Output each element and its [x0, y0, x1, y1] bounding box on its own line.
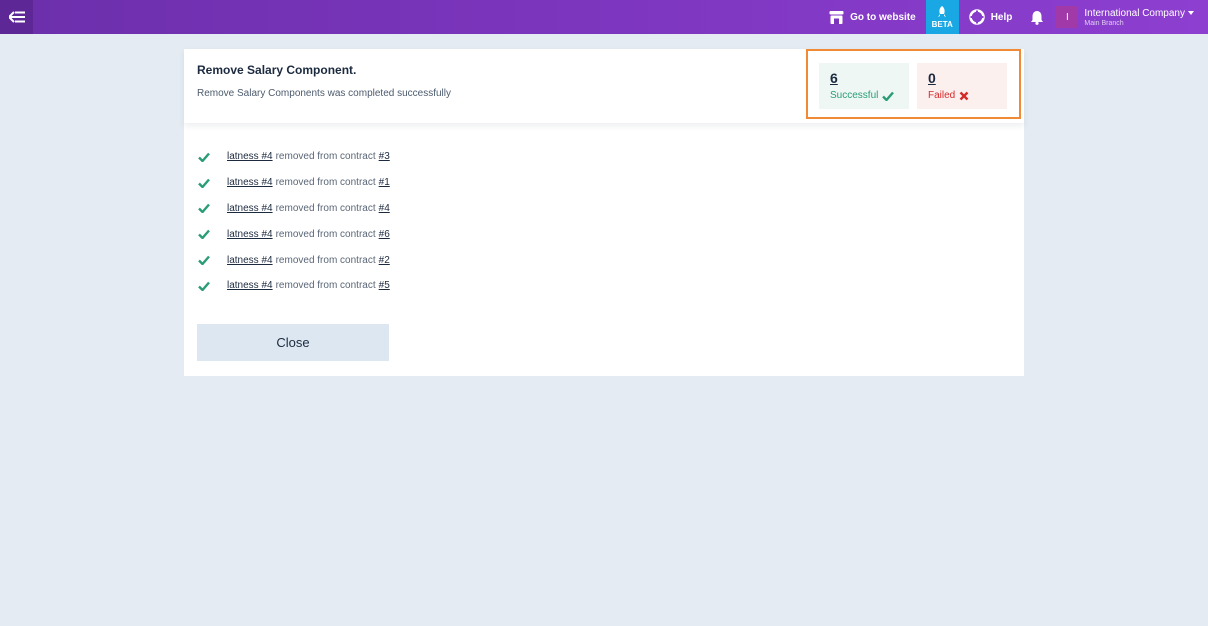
dialog-header: Remove Salary Component. Remove Salary C… [184, 49, 1024, 123]
results-list: latness #4 removed from contract #3 latn… [198, 144, 390, 299]
stats-summary: 6 Successful 0 Failed [806, 49, 1021, 119]
check-icon [882, 91, 895, 101]
failed-count[interactable]: 0 [928, 70, 996, 86]
contract-link[interactable]: #3 [379, 151, 390, 162]
beta-label: BETA [931, 19, 953, 29]
help-label: Help [990, 11, 1013, 23]
menu-toggle-button[interactable] [0, 0, 33, 34]
company-selector[interactable]: I International Company Main Branch [1054, 6, 1208, 28]
check-icon [198, 152, 210, 162]
result-text: removed from contract [275, 151, 376, 163]
component-link[interactable]: latness #4 [227, 203, 273, 214]
dialog-title: Remove Salary Component. [197, 63, 357, 77]
list-item: latness #4 removed from contract #4 [198, 196, 390, 222]
notifications-button[interactable] [1020, 10, 1054, 25]
component-link[interactable]: latness #4 [227, 255, 273, 266]
failed-label: Failed [928, 90, 956, 101]
help-link[interactable]: Help [961, 9, 1021, 25]
list-item: latness #4 removed from contract #5 [198, 273, 390, 299]
lifebuoy-icon [968, 9, 985, 25]
component-link[interactable]: latness #4 [227, 151, 273, 162]
contract-link[interactable]: #1 [379, 177, 390, 188]
contract-link[interactable]: #4 [379, 203, 390, 214]
list-item: latness #4 removed from contract #6 [198, 221, 390, 247]
result-text: removed from contract [275, 280, 376, 292]
list-item: latness #4 removed from contract #3 [198, 144, 390, 170]
menu-collapse-icon [8, 11, 25, 23]
successful-count[interactable]: 6 [830, 70, 898, 86]
company-name: International Company [1084, 7, 1185, 19]
successful-label: Successful [830, 90, 879, 101]
x-icon [959, 91, 969, 100]
caret-down-icon [1188, 11, 1194, 15]
beta-button[interactable]: BETA [925, 0, 959, 34]
result-text: removed from contract [275, 202, 376, 214]
component-link[interactable]: latness #4 [227, 177, 273, 188]
check-icon [198, 281, 210, 291]
failed-stat[interactable]: 0 Failed [917, 63, 1007, 109]
result-text: removed from contract [275, 254, 376, 266]
component-link[interactable]: latness #4 [227, 280, 273, 291]
rocket-icon [938, 5, 947, 17]
result-text: removed from contract [275, 228, 376, 240]
dialog-subtitle: Remove Salary Components was completed s… [197, 88, 451, 99]
check-icon [198, 255, 210, 266]
result-text: removed from contract [275, 177, 376, 189]
component-link[interactable]: latness #4 [227, 229, 273, 240]
result-dialog: Remove Salary Component. Remove Salary C… [184, 49, 1024, 376]
avatar: I [1056, 6, 1079, 28]
contract-link[interactable]: #2 [379, 255, 390, 266]
check-icon [198, 229, 210, 240]
list-item: latness #4 removed from contract #2 [198, 247, 390, 273]
check-icon [198, 204, 210, 214]
close-button[interactable]: Close [197, 324, 389, 361]
top-navbar: Go to website BETA Help I International … [0, 0, 1208, 34]
company-branch: Main Branch [1084, 19, 1124, 27]
bell-icon [1031, 10, 1044, 25]
store-icon [829, 10, 844, 24]
contract-link[interactable]: #6 [379, 229, 390, 240]
check-icon [198, 178, 210, 188]
contract-link[interactable]: #5 [379, 280, 390, 291]
successful-stat[interactable]: 6 Successful [819, 63, 909, 109]
list-item: latness #4 removed from contract #1 [198, 170, 390, 196]
go-to-website-link[interactable]: Go to website [821, 10, 924, 24]
go-to-website-label: Go to website [850, 11, 916, 23]
